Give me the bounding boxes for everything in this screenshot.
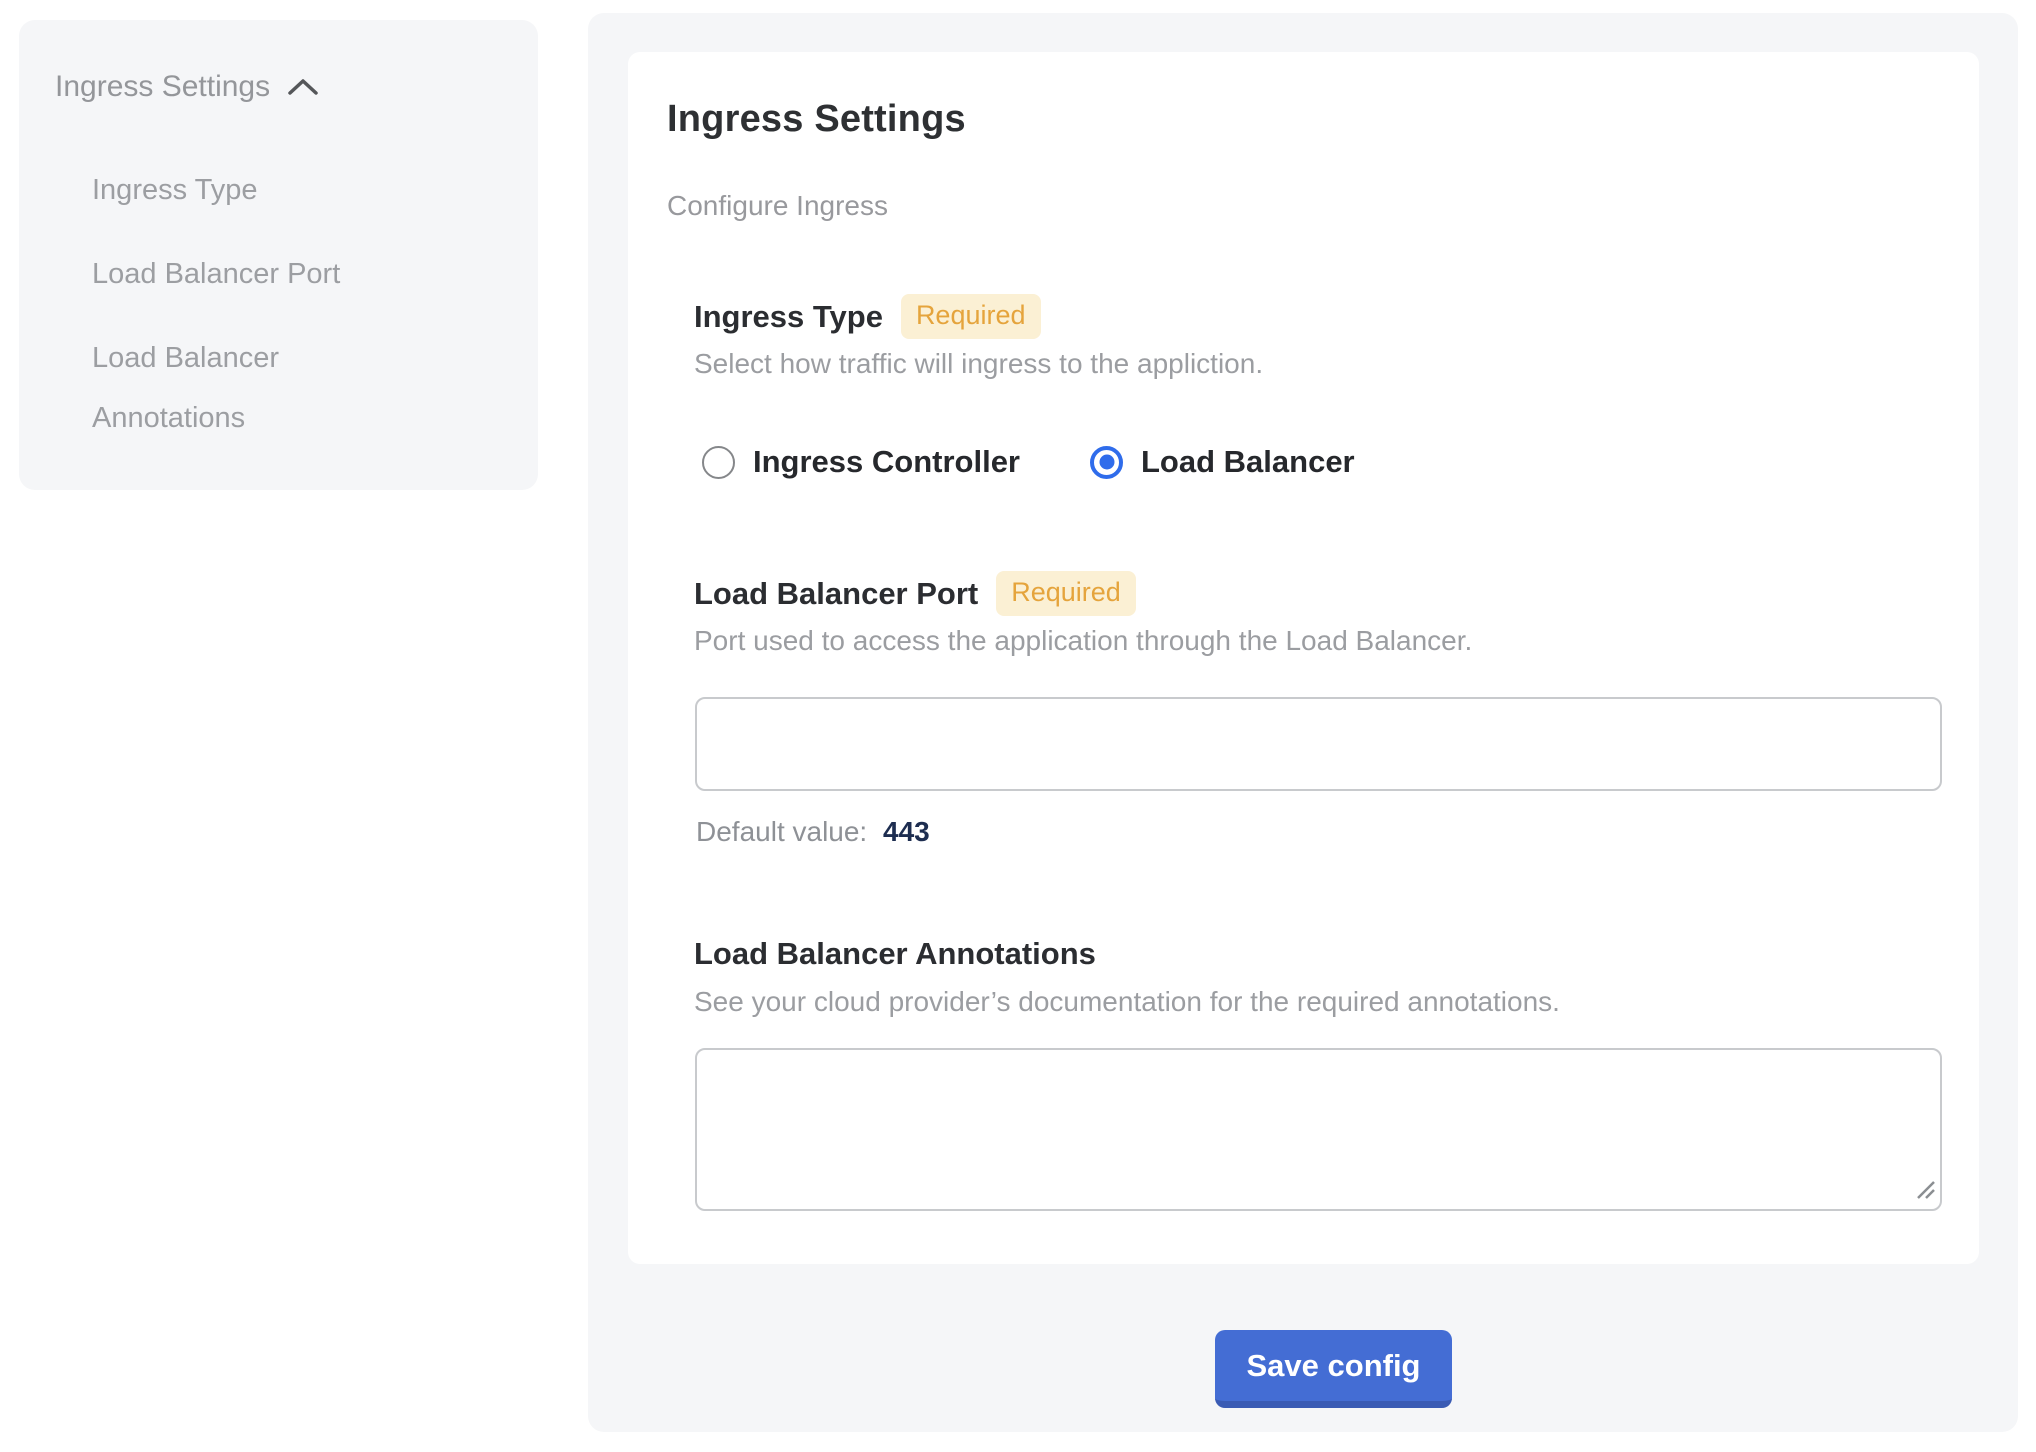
ingress-type-description: Select how traffic will ingress to the a… xyxy=(694,348,1263,380)
radio-button-load-balancer[interactable] xyxy=(1090,446,1123,479)
lb-annotations-label: Load Balancer Annotations xyxy=(694,936,1096,972)
lb-annotations-field-wrap xyxy=(695,1048,1942,1211)
config-nav-sidebar: Ingress Settings Ingress Type Load Balan… xyxy=(19,20,538,490)
default-value-line: Default value: 443 xyxy=(696,816,930,848)
load-balancer-annotations-textarea[interactable] xyxy=(695,1048,1942,1211)
radio-label-load-balancer: Load Balancer xyxy=(1141,444,1355,480)
radio-option-ingress-controller[interactable]: Ingress Controller xyxy=(702,444,1020,480)
sidebar-item-load-balancer-port[interactable]: Load Balancer Port xyxy=(92,244,392,304)
required-badge: Required xyxy=(996,571,1136,616)
save-config-button[interactable]: Save config xyxy=(1215,1330,1452,1408)
config-main-panel: Ingress Settings Configure Ingress Ingre… xyxy=(588,13,2018,1432)
ingress-type-label-row: Ingress Type Required xyxy=(694,294,1041,339)
lb-port-description: Port used to access the application thro… xyxy=(694,625,1472,657)
page-title: Ingress Settings xyxy=(667,98,966,141)
default-value-number: 443 xyxy=(883,816,930,847)
page-subtitle: Configure Ingress xyxy=(667,190,888,222)
sidebar-item-ingress-type[interactable]: Ingress Type xyxy=(92,160,392,220)
ingress-type-radio-group: Ingress Controller Load Balancer xyxy=(702,444,1355,480)
ingress-settings-card: Ingress Settings Configure Ingress Ingre… xyxy=(628,52,1979,1264)
load-balancer-port-input[interactable] xyxy=(695,697,1942,791)
sidebar-group-ingress-settings[interactable]: Ingress Settings xyxy=(55,70,320,104)
lb-port-label-row: Load Balancer Port Required xyxy=(694,571,1136,616)
ingress-type-label: Ingress Type xyxy=(694,299,883,335)
lb-annotations-label-row: Load Balancer Annotations xyxy=(694,936,1096,972)
lb-port-label: Load Balancer Port xyxy=(694,576,978,612)
lb-annotations-description: See your cloud provider’s documentation … xyxy=(694,986,1560,1018)
sidebar-item-load-balancer-annotations[interactable]: Load Balancer Annotations xyxy=(92,328,392,448)
chevron-up-icon xyxy=(286,76,320,98)
sidebar-group-label: Ingress Settings xyxy=(55,70,270,104)
required-badge: Required xyxy=(901,294,1041,339)
radio-label-ingress-controller: Ingress Controller xyxy=(753,444,1020,480)
radio-button-ingress-controller[interactable] xyxy=(702,446,735,479)
default-value-label: Default value: xyxy=(696,816,867,847)
radio-option-load-balancer[interactable]: Load Balancer xyxy=(1090,444,1355,480)
